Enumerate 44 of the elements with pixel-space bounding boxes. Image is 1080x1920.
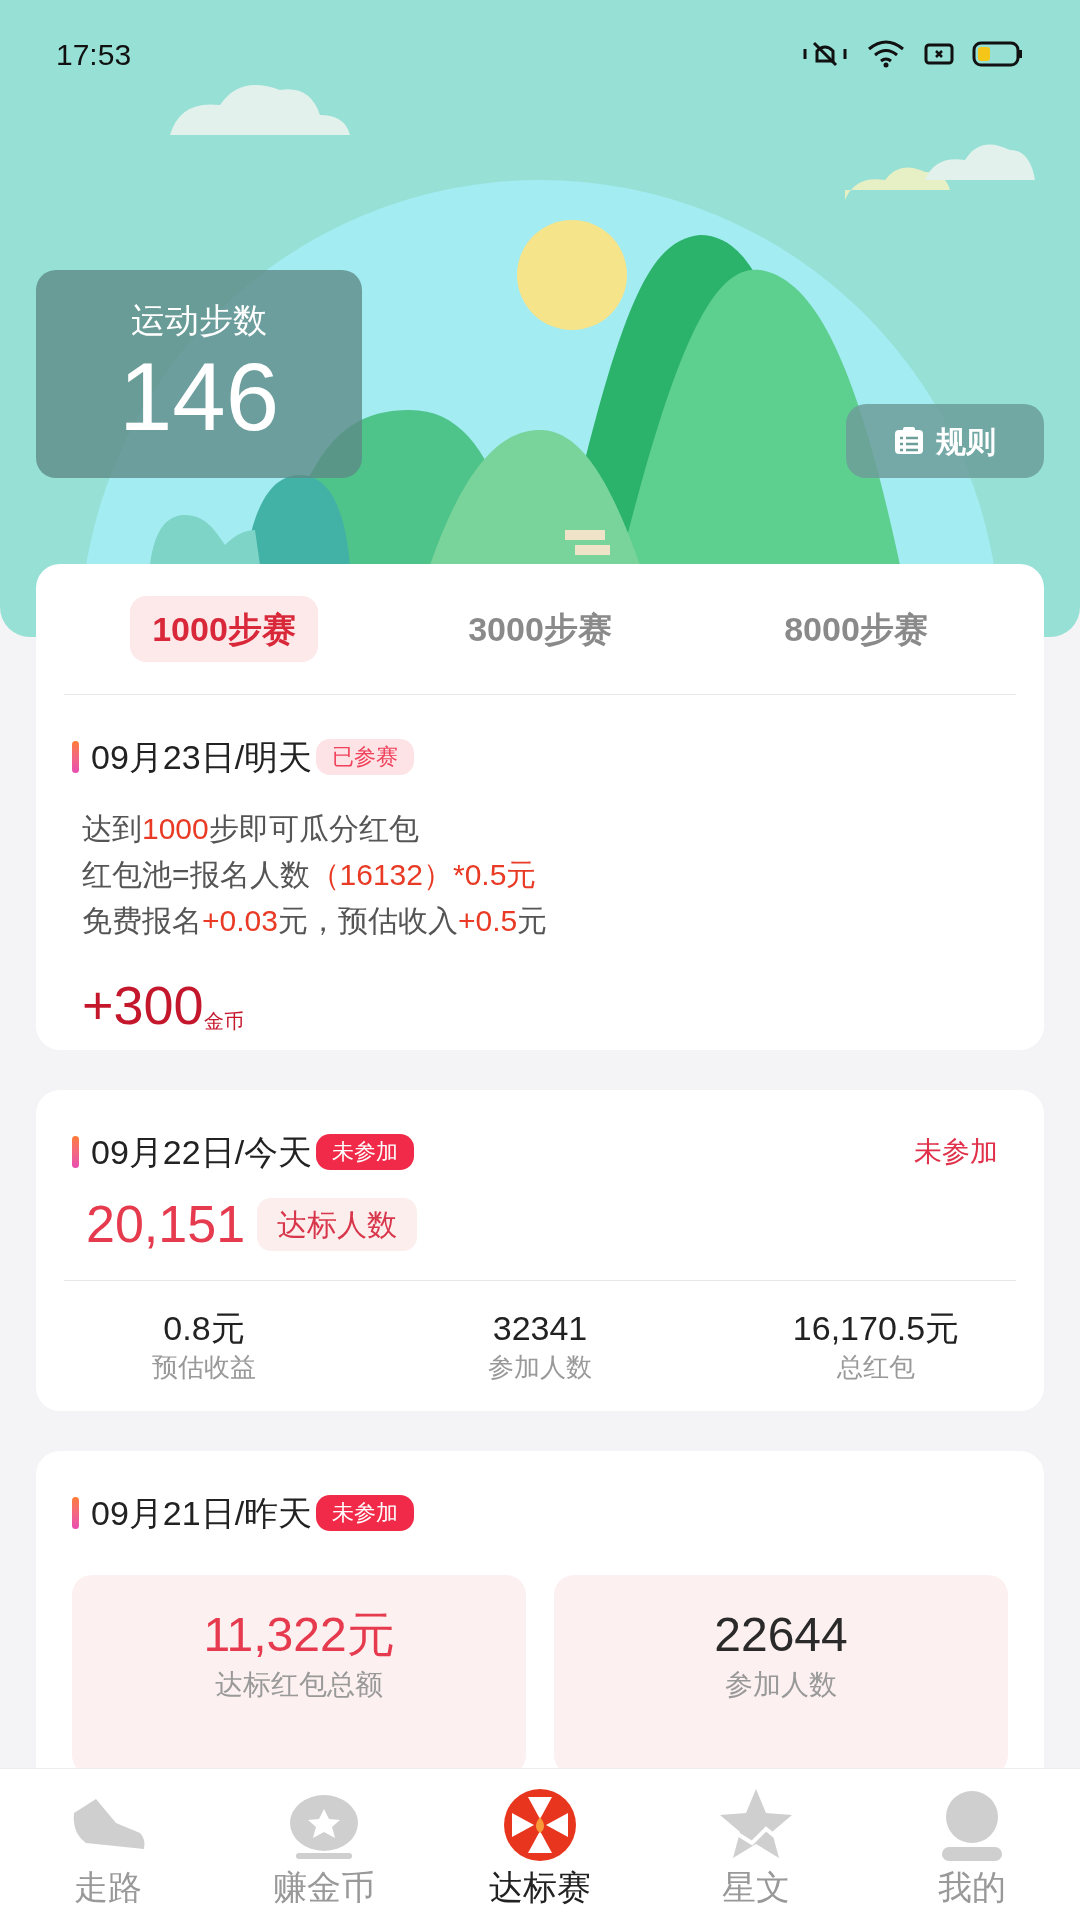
race-date: 09月23日/明天: [91, 737, 313, 778]
stat-value: 32341: [492, 1308, 588, 1349]
accent-bar: [72, 1497, 79, 1529]
race-date: 09月21日/昨天: [91, 1493, 313, 1534]
list-icon: [894, 427, 924, 455]
stat-label: 参加人数: [488, 1351, 592, 1384]
battery-icon: [972, 41, 1024, 67]
rule-text: 达到1000步即可瓜分红包: [82, 811, 420, 847]
race-tab[interactable]: 1000步赛: [130, 596, 318, 662]
steps-value: 146: [118, 342, 280, 452]
wifi-icon: [866, 39, 906, 69]
sim-icon: [924, 42, 954, 66]
reward-amount: +300: [82, 975, 204, 1035]
status-time: 17:53: [56, 36, 132, 73]
participation-status: 未参加: [914, 1135, 998, 1169]
summary-label: 达标红包总额: [215, 1668, 383, 1702]
nav-tab[interactable]: 星文: [648, 1769, 864, 1920]
qualified-count: 20,151: [86, 1194, 246, 1255]
race-tab[interactable]: 8000步赛: [762, 596, 950, 662]
status-badge: 已参赛: [316, 739, 415, 775]
accent-bar: [72, 741, 79, 773]
nav-tab[interactable]: 走路: [0, 1769, 216, 1920]
nav-tab[interactable]: 我的: [864, 1769, 1080, 1920]
nav-tab[interactable]: 达标赛: [432, 1769, 648, 1920]
steps-label: 运动步数: [131, 300, 267, 341]
stat-value: 0.8元: [163, 1308, 245, 1349]
nav-tab[interactable]: 赚金币: [216, 1769, 432, 1920]
summary-label: 参加人数: [725, 1668, 837, 1702]
summary-value: 22644: [714, 1607, 848, 1663]
race-date: 09月22日/今天: [91, 1132, 313, 1173]
rule-text: 红包池=报名人数（16132）*0.5元: [82, 857, 538, 893]
race-tab[interactable]: 3000步赛: [446, 596, 634, 662]
stat-label: 总红包: [837, 1351, 915, 1384]
stat-label: 预估收益: [152, 1351, 256, 1384]
reward-unit: 金币: [203, 1010, 244, 1034]
accent-bar: [72, 1136, 79, 1168]
rules-button[interactable]: 规则: [846, 404, 1044, 478]
qualified-label: 达标人数: [257, 1197, 418, 1251]
status-badge: 未参加: [316, 1495, 415, 1531]
summary-value: 11,322元: [203, 1607, 395, 1663]
rule-text: 免费报名+0.03元，预估收入+0.5元: [82, 903, 549, 939]
stat-value: 16,170.5元: [792, 1308, 960, 1349]
status-badge: 未参加: [316, 1134, 415, 1170]
mute-icon: [802, 39, 848, 69]
